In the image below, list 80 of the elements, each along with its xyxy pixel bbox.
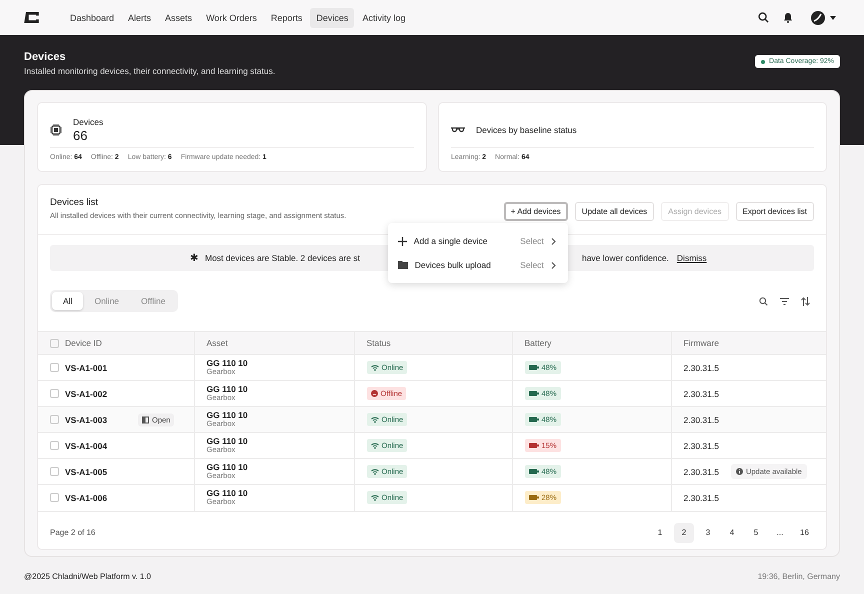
stat-title: Devices — [73, 117, 104, 127]
page-subtitle: Installed monitoring devices, their connectivity, and learning status. — [24, 66, 276, 76]
device-id: VS-A1-005 — [65, 466, 108, 476]
page-button[interactable]: 2 — [674, 522, 694, 542]
menu-item[interactable]: Devices bulk upload — [414, 260, 514, 270]
page-button[interactable]: 4 — [722, 522, 742, 542]
action-button[interactable]: + Add devices — [504, 202, 568, 221]
footer-copyright: @2025 Chladni/Web Platform v. 1.0 — [24, 572, 151, 581]
bell-icon[interactable] — [783, 12, 793, 23]
device-id: VS-A1-002 — [65, 388, 108, 398]
device-id: VS-A1-003 — [65, 414, 108, 424]
column-header: Device ID — [65, 338, 102, 348]
device-id: VS-A1-004 — [65, 440, 108, 450]
folder-icon — [398, 261, 408, 269]
page-info: Page 2 of 16 — [50, 528, 96, 537]
plus-icon — [398, 236, 407, 246]
nav-link[interactable]: Activity log — [356, 8, 412, 28]
firmware-version: 2.30.31.5 — [684, 440, 719, 450]
page-title: Devices — [24, 51, 67, 63]
checkbox[interactable] — [50, 441, 59, 450]
asset-name: GG 110 10 — [206, 410, 249, 420]
firmware-version: 2.30.31.5 — [684, 362, 719, 372]
page-button[interactable]: ... — [770, 522, 790, 542]
asset-name: GG 110 10 — [206, 358, 249, 368]
stat-title: Devices by baseline status — [476, 125, 577, 135]
firmware-version: 2.30.31.5 — [684, 388, 719, 398]
filter-tab[interactable]: All — [52, 292, 84, 310]
banner-text: Most devices are Stable. 2 devices are st — [205, 253, 360, 263]
chevron-icon — [550, 238, 556, 244]
select-link[interactable]: Select — [520, 236, 544, 246]
nav-link[interactable]: Alerts — [122, 8, 158, 28]
caret-icon[interactable] — [830, 16, 836, 20]
footer-location: 19:36, Berlin, Germany — [758, 572, 840, 581]
checkbox[interactable] — [50, 415, 59, 424]
device-id: VS-A1-001 — [65, 362, 108, 372]
firmware-version: 2.30.31.5 — [684, 492, 719, 503]
asset-name: GG 110 10 — [206, 384, 249, 394]
asset-name: GG 110 10 — [206, 488, 249, 498]
nav-link[interactable]: Reports — [264, 8, 308, 28]
filter-icon[interactable] — [780, 298, 789, 304]
action-button[interactable]: Export devices list — [736, 202, 814, 221]
column-header: Firmware — [684, 338, 719, 348]
asterisk-icon: ✱ — [190, 252, 198, 264]
sort-icon[interactable] — [801, 296, 810, 306]
nav-link[interactable]: Work Orders — [200, 8, 263, 28]
page-button[interactable]: 5 — [746, 522, 766, 542]
action-button[interactable]: Update all devices — [574, 202, 654, 221]
column-header: Asset — [206, 338, 228, 348]
checkbox[interactable] — [50, 338, 59, 348]
search-icon[interactable] — [759, 296, 768, 306]
asset-name: GG 110 10 — [206, 436, 249, 446]
asset-name: GG 110 10 — [206, 462, 249, 472]
column-header: Battery — [524, 338, 552, 348]
glasses-icon — [451, 127, 465, 133]
nav-link[interactable]: Dashboard — [64, 8, 120, 28]
avatar-icon[interactable] — [811, 10, 825, 24]
menu-item[interactable]: Add a single device — [414, 236, 514, 246]
column-header: Status — [366, 338, 391, 348]
list-title: Devices list — [50, 197, 100, 208]
page-button[interactable]: 16 — [794, 522, 814, 542]
chip-icon — [50, 124, 62, 136]
firmware-version: 2.30.31.5 — [684, 414, 719, 424]
checkbox[interactable] — [50, 493, 59, 502]
panel-icon — [142, 416, 149, 423]
page-button[interactable]: 3 — [698, 522, 718, 542]
device-id: VS-A1-006 — [65, 492, 108, 503]
firmware-version: 2.30.31.5 — [684, 466, 719, 476]
select-link[interactable]: Select — [520, 260, 544, 270]
chevron-icon — [550, 262, 556, 268]
banner-text: have lower confidence. — [582, 253, 669, 263]
checkbox[interactable] — [50, 389, 59, 398]
nav-link[interactable]: Assets — [159, 8, 198, 28]
page-button[interactable]: 1 — [650, 522, 670, 542]
checkbox[interactable] — [50, 363, 59, 372]
nav-link[interactable]: Devices — [310, 8, 354, 28]
checkbox[interactable] — [50, 467, 59, 476]
dismiss-link[interactable]: Dismiss — [676, 253, 707, 263]
search-icon[interactable] — [758, 12, 769, 23]
logo-icon[interactable] — [24, 12, 39, 23]
stat-value: 66 — [73, 128, 88, 143]
